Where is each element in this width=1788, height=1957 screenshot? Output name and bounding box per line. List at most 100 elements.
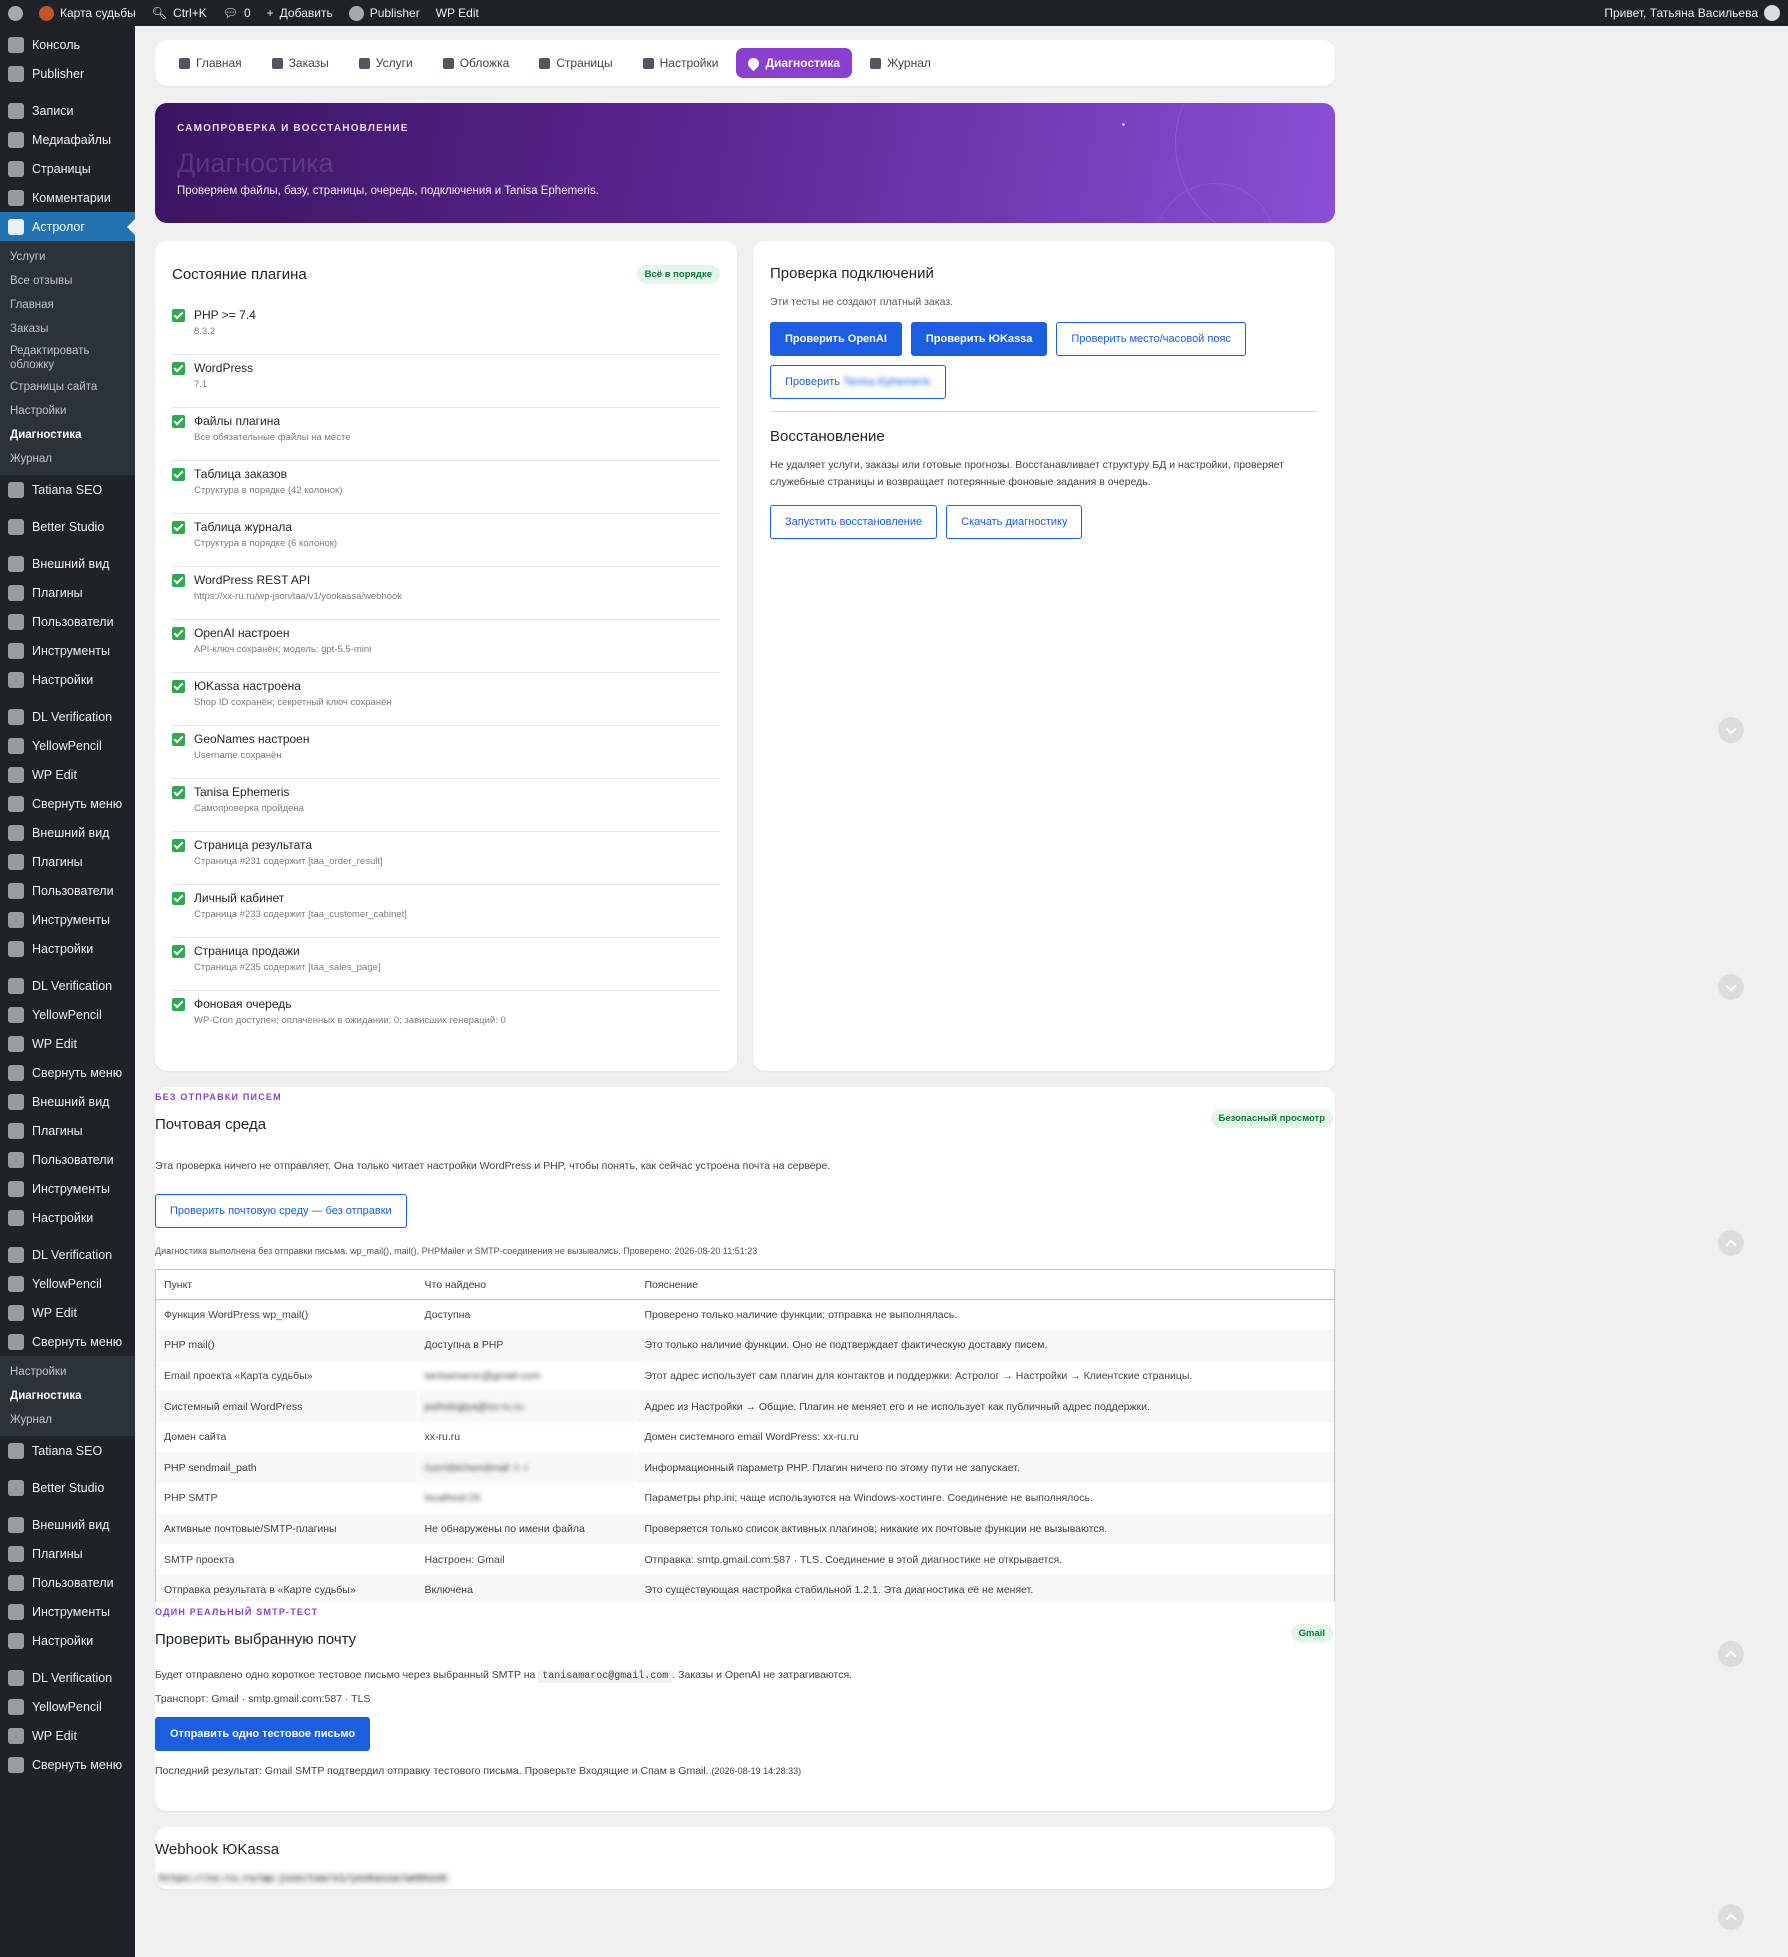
submenu-item[interactable]: Заказы bbox=[0, 317, 135, 341]
tab-log[interactable]: Журнал bbox=[858, 48, 943, 78]
submenu-item[interactable]: Журнал bbox=[0, 1408, 135, 1432]
sidebar-item-tatiana-seo[interactable]: Tatiana SEO bbox=[0, 475, 135, 504]
submenu-item[interactable]: Все отзывы bbox=[0, 269, 135, 293]
check-mail-env-button[interactable]: Проверить почтовую среду — без отправки bbox=[155, 1194, 407, 1228]
sidebar-item-tools[interactable]: Инструменты bbox=[0, 1174, 135, 1203]
sidebar-item-publisher[interactable]: Publisher bbox=[0, 59, 135, 88]
sidebar-item-console[interactable]: Консоль bbox=[0, 30, 135, 59]
sidebar-item-tools[interactable]: Инструменты bbox=[0, 1597, 135, 1626]
check-openai-button[interactable]: Проверить OpenAI bbox=[770, 322, 902, 356]
my-account-menu[interactable]: Привет, Татьяна Васильева bbox=[1596, 0, 1788, 26]
sidebar-label: Записи bbox=[32, 103, 74, 118]
run-restore-button[interactable]: Запустить восстановление bbox=[770, 505, 938, 539]
sidebar-item-settings[interactable]: Настройки bbox=[0, 934, 135, 963]
sidebar-item-dl-verification[interactable]: DL Verification bbox=[0, 1240, 135, 1269]
tab-settings[interactable]: Настройки bbox=[631, 48, 731, 78]
sidebar-item-wp-edit[interactable]: WP Edit bbox=[0, 1298, 135, 1327]
sidebar-item-settings[interactable]: Настройки bbox=[0, 1626, 135, 1655]
sidebar-item-wp-edit[interactable]: WP Edit bbox=[0, 1029, 135, 1058]
tab-home[interactable]: Главная bbox=[167, 48, 254, 78]
check-yookassa-button[interactable]: Проверить ЮKassa bbox=[910, 322, 1048, 356]
submenu-item[interactable]: Настройки bbox=[0, 399, 135, 423]
scroll-up-icon[interactable] bbox=[1718, 1904, 1744, 1930]
sidebar-item-yellowpencil[interactable]: YellowPencil bbox=[0, 1000, 135, 1029]
smtp-badge: Gmail bbox=[1290, 1624, 1333, 1643]
status-check-item: WordPress REST API https://xx-ru.ru/wp-js… bbox=[172, 567, 720, 620]
tab-cover[interactable]: Обложка bbox=[431, 48, 522, 78]
sidebar-item-users[interactable]: Пользователи bbox=[0, 876, 135, 905]
sidebar-item-plugins[interactable]: Плагины bbox=[0, 847, 135, 876]
sidebar-item-tools[interactable]: Инструменты bbox=[0, 905, 135, 934]
submenu-item[interactable]: Страницы сайта bbox=[0, 375, 135, 399]
sidebar-item-collapse[interactable]: Свернуть меню bbox=[0, 1058, 135, 1087]
submenu-item-diagnostics[interactable]: Диагностика bbox=[0, 1384, 135, 1408]
cell-note: Отправка: smtp.gmail.com:587 · TLS. Соед… bbox=[644, 1553, 1063, 1566]
download-diagnostics-button[interactable]: Скачать диагностику bbox=[946, 505, 1083, 539]
check-ephemeris-button[interactable]: Проверить Tanisa Ephemeris bbox=[770, 365, 946, 399]
sidebar-item-settings[interactable]: Настройки bbox=[0, 1203, 135, 1232]
sidebar-item-tools[interactable]: Инструменты bbox=[0, 636, 135, 665]
sidebar-item-users[interactable]: Пользователи bbox=[0, 607, 135, 636]
wpedit-menu[interactable]: WP Edit bbox=[428, 0, 487, 26]
sidebar-item-comments[interactable]: Комментарии bbox=[0, 183, 135, 212]
site-name-menu[interactable]: Карта судьбы bbox=[31, 0, 144, 26]
sidebar-item-yellowpencil[interactable]: YellowPencil bbox=[0, 731, 135, 760]
submenu-item[interactable]: Услуги bbox=[0, 245, 135, 269]
sidebar-item-appearance[interactable]: Внешний вид bbox=[0, 1087, 135, 1116]
sidebar-item-dl-verification[interactable]: DL Verification bbox=[0, 1663, 135, 1692]
publisher-icon bbox=[348, 5, 364, 21]
search-menu[interactable]: 🔍︎ Ctrl+K bbox=[144, 0, 215, 26]
sidebar-item-users[interactable]: Пользователи bbox=[0, 1145, 135, 1174]
sidebar-item-astrologer[interactable]: Астролог bbox=[0, 212, 135, 241]
submenu-item[interactable]: Журнал bbox=[0, 447, 135, 471]
sidebar-item-settings[interactable]: Настройки bbox=[0, 665, 135, 694]
scroll-down-icon[interactable] bbox=[1718, 717, 1744, 743]
sidebar-item-better-studio[interactable]: Better Studio bbox=[0, 1473, 135, 1502]
sidebar-item-dl-verification[interactable]: DL Verification bbox=[0, 702, 135, 731]
tab-diagnostics[interactable]: Диагностика bbox=[736, 48, 853, 78]
sidebar-label: Пользователи bbox=[32, 1152, 114, 1167]
sidebar-item-yellowpencil[interactable]: YellowPencil bbox=[0, 1269, 135, 1298]
scroll-up-icon[interactable] bbox=[1718, 1230, 1744, 1256]
tab-pages[interactable]: Страницы bbox=[527, 48, 624, 78]
table-row: PHP SMTP localhost:25 Параметры php.ini; ч… bbox=[156, 1483, 1335, 1514]
sidebar-item-pages[interactable]: Страницы bbox=[0, 154, 135, 183]
check-geo-button[interactable]: Проверить место/часовой пояс bbox=[1056, 322, 1246, 356]
tab-orders[interactable]: Заказы bbox=[260, 48, 341, 78]
webhook-url: https://xx-ru.ru/wp-json/taa/v1/yookassa… bbox=[155, 1873, 452, 1886]
check-title: Страница результата bbox=[194, 838, 313, 852]
sidebar-item-better-studio[interactable]: Better Studio bbox=[0, 512, 135, 541]
sidebar-item-collapse[interactable]: Свернуть меню bbox=[0, 1327, 135, 1356]
sidebar-item-appearance[interactable]: Внешний вид bbox=[0, 549, 135, 578]
sidebar-item-media[interactable]: Медиафайлы bbox=[0, 125, 135, 154]
sidebar-label: DL Verification bbox=[32, 978, 113, 993]
sidebar-item-plugins[interactable]: Плагины bbox=[0, 578, 135, 607]
comments-menu[interactable]: 💬︎ 0 bbox=[215, 0, 259, 26]
sidebar-item-yellowpencil[interactable]: YellowPencil bbox=[0, 1692, 135, 1721]
tab-services[interactable]: Услуги bbox=[347, 48, 425, 78]
sidebar-item-posts[interactable]: Записи bbox=[0, 96, 135, 125]
send-test-email-button[interactable]: Отправить одно тестовое письмо bbox=[155, 1717, 371, 1751]
submenu-item[interactable]: Главная bbox=[0, 293, 135, 317]
cell-item: Email проекта «Карта судьбы» bbox=[164, 1369, 313, 1382]
sidebar-item-wp-edit[interactable]: WP Edit bbox=[0, 760, 135, 789]
publisher-menu[interactable]: Publisher bbox=[341, 0, 428, 26]
sidebar-item-wp-edit[interactable]: WP Edit bbox=[0, 1721, 135, 1750]
submenu-item[interactable]: Редактировать обложку bbox=[0, 341, 135, 375]
add-new-menu[interactable]: + Добавить bbox=[259, 0, 341, 26]
sidebar-item-appearance[interactable]: Внешний вид bbox=[0, 1510, 135, 1539]
sidebar-item-tatiana-seo[interactable]: Tatiana SEO bbox=[0, 1436, 135, 1465]
wp-logo-menu[interactable] bbox=[0, 0, 31, 26]
scroll-down-icon[interactable] bbox=[1718, 974, 1744, 1000]
sidebar-item-plugins[interactable]: Плагины bbox=[0, 1539, 135, 1568]
sidebar-item-users[interactable]: Пользователи bbox=[0, 1568, 135, 1597]
checkbox-checked-icon bbox=[172, 362, 185, 375]
sidebar-item-plugins[interactable]: Плагины bbox=[0, 1116, 135, 1145]
scroll-up-icon[interactable] bbox=[1718, 1641, 1744, 1667]
sidebar-item-collapse[interactable]: Свернуть меню bbox=[0, 789, 135, 818]
sidebar-item-dl-verification[interactable]: DL Verification bbox=[0, 971, 135, 1000]
submenu-item[interactable]: Настройки bbox=[0, 1360, 135, 1384]
sidebar-item-appearance[interactable]: Внешний вид bbox=[0, 818, 135, 847]
sidebar-item-collapse[interactable]: Свернуть меню bbox=[0, 1750, 135, 1779]
submenu-item-diagnostics[interactable]: Диагностика bbox=[0, 423, 135, 447]
